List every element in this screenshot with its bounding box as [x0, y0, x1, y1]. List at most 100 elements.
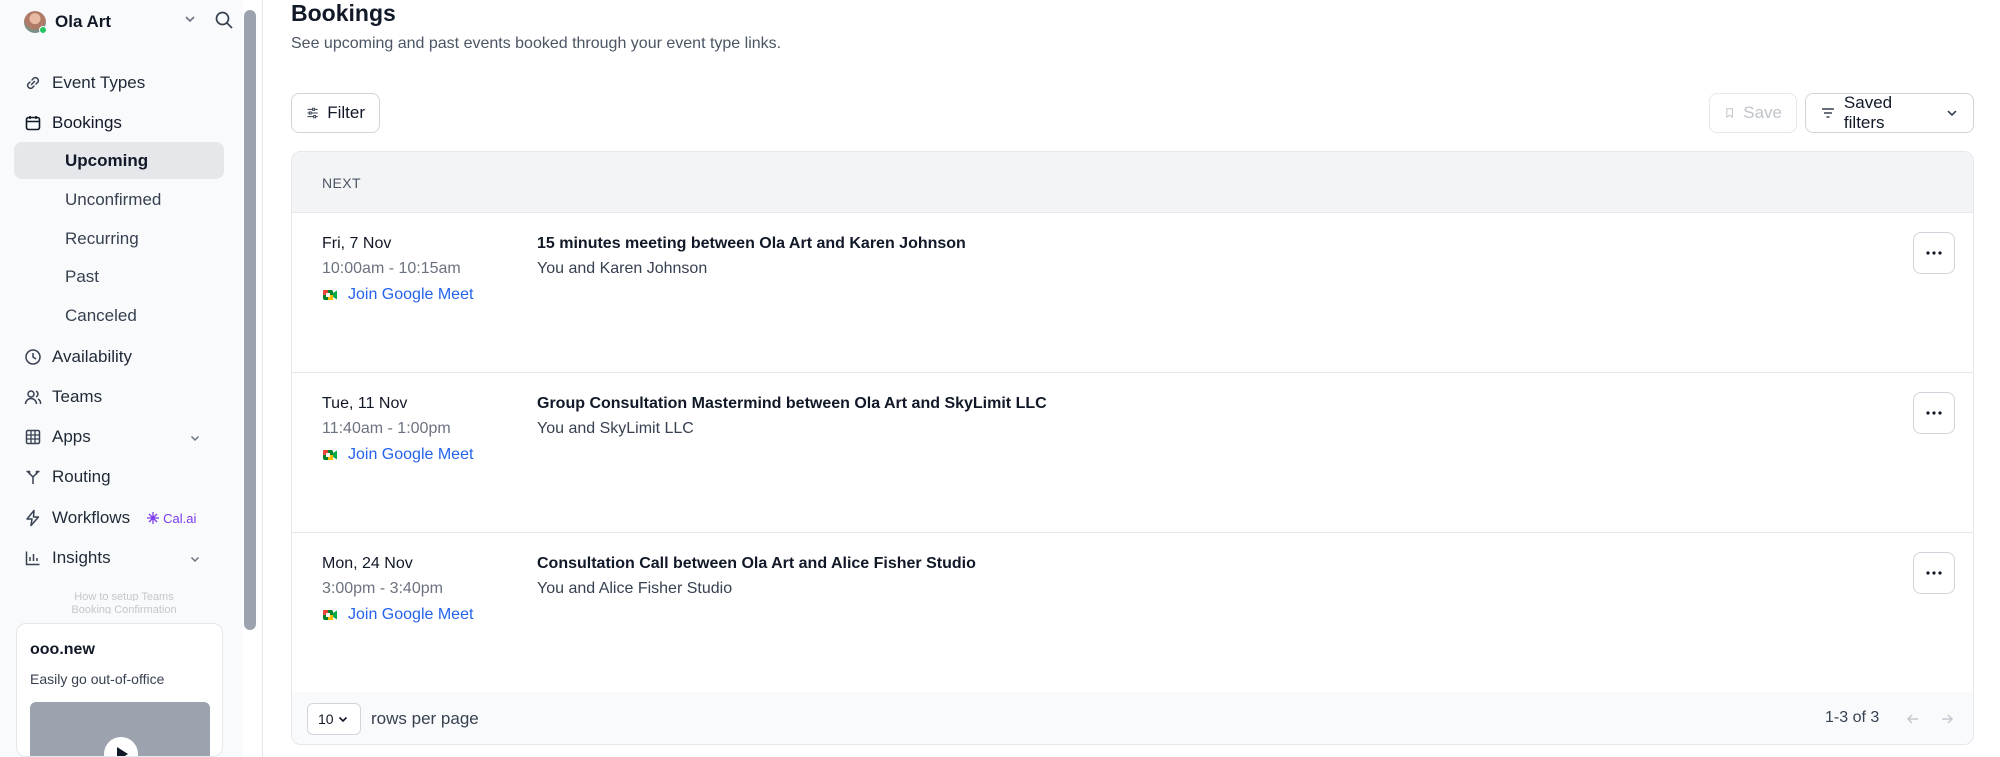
sidebar-item-unconfirmed[interactable]: Unconfirmed — [14, 181, 224, 218]
page-count: 1-3 of 3 — [1825, 709, 1880, 726]
sidebar-item-recurring[interactable]: Recurring — [14, 220, 224, 257]
booking-date: Fri, 7 Nov — [322, 235, 392, 252]
page-subtitle: See upcoming and past events booked thro… — [291, 35, 782, 52]
sidebar: Ola Art Event Types Bookings Upcoming Un… — [0, 0, 243, 757]
rows-per-page-value: 10 — [318, 711, 334, 727]
saved-filters-label: Saved filters — [1843, 93, 1893, 132]
booking-date: Mon, 24 Nov — [322, 555, 413, 572]
booking-time: 10:00am - 10:15am — [322, 260, 461, 277]
filter-button[interactable]: Filter — [291, 93, 380, 133]
chevron-down-icon — [190, 435, 200, 442]
booking-attendees: You and Alice Fisher Studio — [537, 580, 733, 597]
more-options-button[interactable] — [1913, 392, 1955, 434]
sidebar-item-workflows[interactable]: Workflows Cal.ai — [14, 501, 224, 535]
ellipsis-icon — [1926, 571, 1942, 575]
booking-row[interactable]: Fri, 7 Nov 10:00am - 10:15am Join Google… — [292, 212, 1973, 372]
sidebar-item-upcoming[interactable]: Upcoming — [14, 142, 224, 179]
sidebar-item-teams[interactable]: Teams — [14, 380, 224, 414]
google-meet-icon — [323, 290, 337, 300]
users-icon — [24, 390, 42, 405]
chevron-down-icon — [338, 716, 347, 723]
filter-icon — [1821, 108, 1834, 118]
arrow-right-icon[interactable] — [1937, 709, 1957, 729]
stacked-card-label: Booking Confirmation — [71, 604, 177, 614]
sidebar-scrollbar[interactable] — [244, 10, 256, 630]
more-options-button[interactable] — [1913, 232, 1955, 274]
sidebar-item-insights[interactable]: Insights — [14, 541, 224, 575]
sidebar-item-label: Routing — [52, 467, 111, 486]
promo-video-thumbnail[interactable] — [30, 702, 210, 756]
booking-title: Group Consultation Mastermind between Ol… — [537, 395, 1047, 412]
sidebar-item-canceled[interactable]: Canceled — [14, 297, 224, 334]
split-icon — [26, 470, 40, 484]
bookings-table: NEXT Fri, 7 Nov 10:00am - 10:15am Join G… — [291, 151, 1974, 745]
sidebar-divider — [262, 0, 263, 757]
table-pagination: 10 rows per page 1-3 of 3 — [292, 692, 1973, 744]
calai-badge: Cal.ai — [146, 511, 196, 526]
link-icon — [26, 76, 40, 90]
zap-icon — [26, 509, 40, 527]
join-meet-link[interactable]: Join Google Meet — [322, 606, 473, 624]
join-meet-label: Join Google Meet — [348, 286, 474, 303]
booking-row[interactable]: Mon, 24 Nov 3:00pm - 3:40pm Join Google … — [292, 532, 1973, 692]
stacked-card-label: How to setup Teams — [74, 591, 174, 601]
clock-icon — [25, 349, 41, 365]
sidebar-item-bookings[interactable]: Bookings — [14, 106, 224, 140]
sidebar-item-label: Teams — [52, 387, 103, 406]
rows-per-page-select[interactable]: 10 — [307, 703, 361, 735]
avatar — [24, 11, 47, 34]
sparkle-icon — [147, 512, 160, 524]
table-section-header: NEXT — [292, 152, 1973, 212]
google-meet-icon — [323, 610, 337, 620]
sidebar-item-past[interactable]: Past — [14, 258, 224, 295]
promo-description: Easily go out-of-office — [30, 671, 165, 687]
booking-title: Consultation Call between Ola Art and Al… — [537, 555, 976, 572]
booking-title: 15 minutes meeting between Ola Art and K… — [537, 235, 966, 252]
ellipsis-icon — [1926, 251, 1942, 255]
rows-per-page-label: rows per page — [371, 709, 479, 728]
saved-filters-button[interactable]: Saved filters — [1805, 93, 1974, 133]
play-icon[interactable] — [104, 737, 138, 756]
sidebar-item-availability[interactable]: Availability — [14, 340, 224, 374]
promo-card[interactable]: ooo.new Easily go out-of-office — [16, 623, 223, 757]
booking-attendees: You and Karen Johnson — [537, 260, 708, 277]
calai-badge-label: Cal.ai — [163, 510, 197, 526]
profile-name: Ola Art — [55, 12, 112, 31]
join-meet-label: Join Google Meet — [348, 606, 474, 623]
sidebar-item-event-types[interactable]: Event Types — [14, 66, 224, 100]
join-meet-link[interactable]: Join Google Meet — [322, 446, 473, 464]
more-options-button[interactable] — [1913, 552, 1955, 594]
chevron-down-icon[interactable] — [182, 11, 198, 32]
join-meet-label: Join Google Meet — [348, 446, 474, 463]
section-label: NEXT — [322, 175, 361, 191]
sidebar-item-label: Availability — [52, 347, 133, 366]
chevron-down-icon — [190, 556, 200, 563]
booking-row[interactable]: Tue, 11 Nov 11:40am - 1:00pm Join Google… — [292, 372, 1973, 532]
promo-title: ooo.new — [30, 641, 95, 658]
calendar-icon — [25, 116, 41, 131]
sidebar-item-label: Apps — [52, 427, 91, 446]
sidebar-item-apps[interactable]: Apps — [14, 420, 224, 454]
profile-switcher[interactable]: Ola Art — [24, 10, 236, 34]
booking-time: 3:00pm - 3:40pm — [322, 580, 443, 597]
bar-chart-icon — [25, 551, 40, 566]
save-button[interactable]: Save — [1709, 93, 1797, 133]
online-status-dot — [39, 26, 47, 34]
arrow-left-icon[interactable] — [1903, 709, 1923, 729]
sidebar-item-label: Workflows — [52, 508, 131, 527]
save-button-label: Save — [1743, 103, 1782, 122]
booking-attendees: You and SkyLimit LLC — [537, 420, 694, 437]
filter-button-label: Filter — [327, 103, 365, 122]
google-meet-icon — [323, 450, 337, 460]
sidebar-item-label: Insights — [52, 548, 111, 567]
ellipsis-icon — [1926, 411, 1942, 415]
search-icon[interactable] — [214, 10, 234, 35]
sidebar-item-routing[interactable]: Routing — [14, 460, 224, 494]
bookmark-icon — [1726, 108, 1733, 118]
grid-icon — [25, 429, 41, 445]
booking-date: Tue, 11 Nov — [322, 395, 408, 412]
sidebar-item-label: Event Types — [52, 73, 146, 92]
sliders-icon — [307, 107, 318, 119]
join-meet-link[interactable]: Join Google Meet — [322, 286, 473, 304]
page-title: Bookings — [291, 0, 396, 26]
